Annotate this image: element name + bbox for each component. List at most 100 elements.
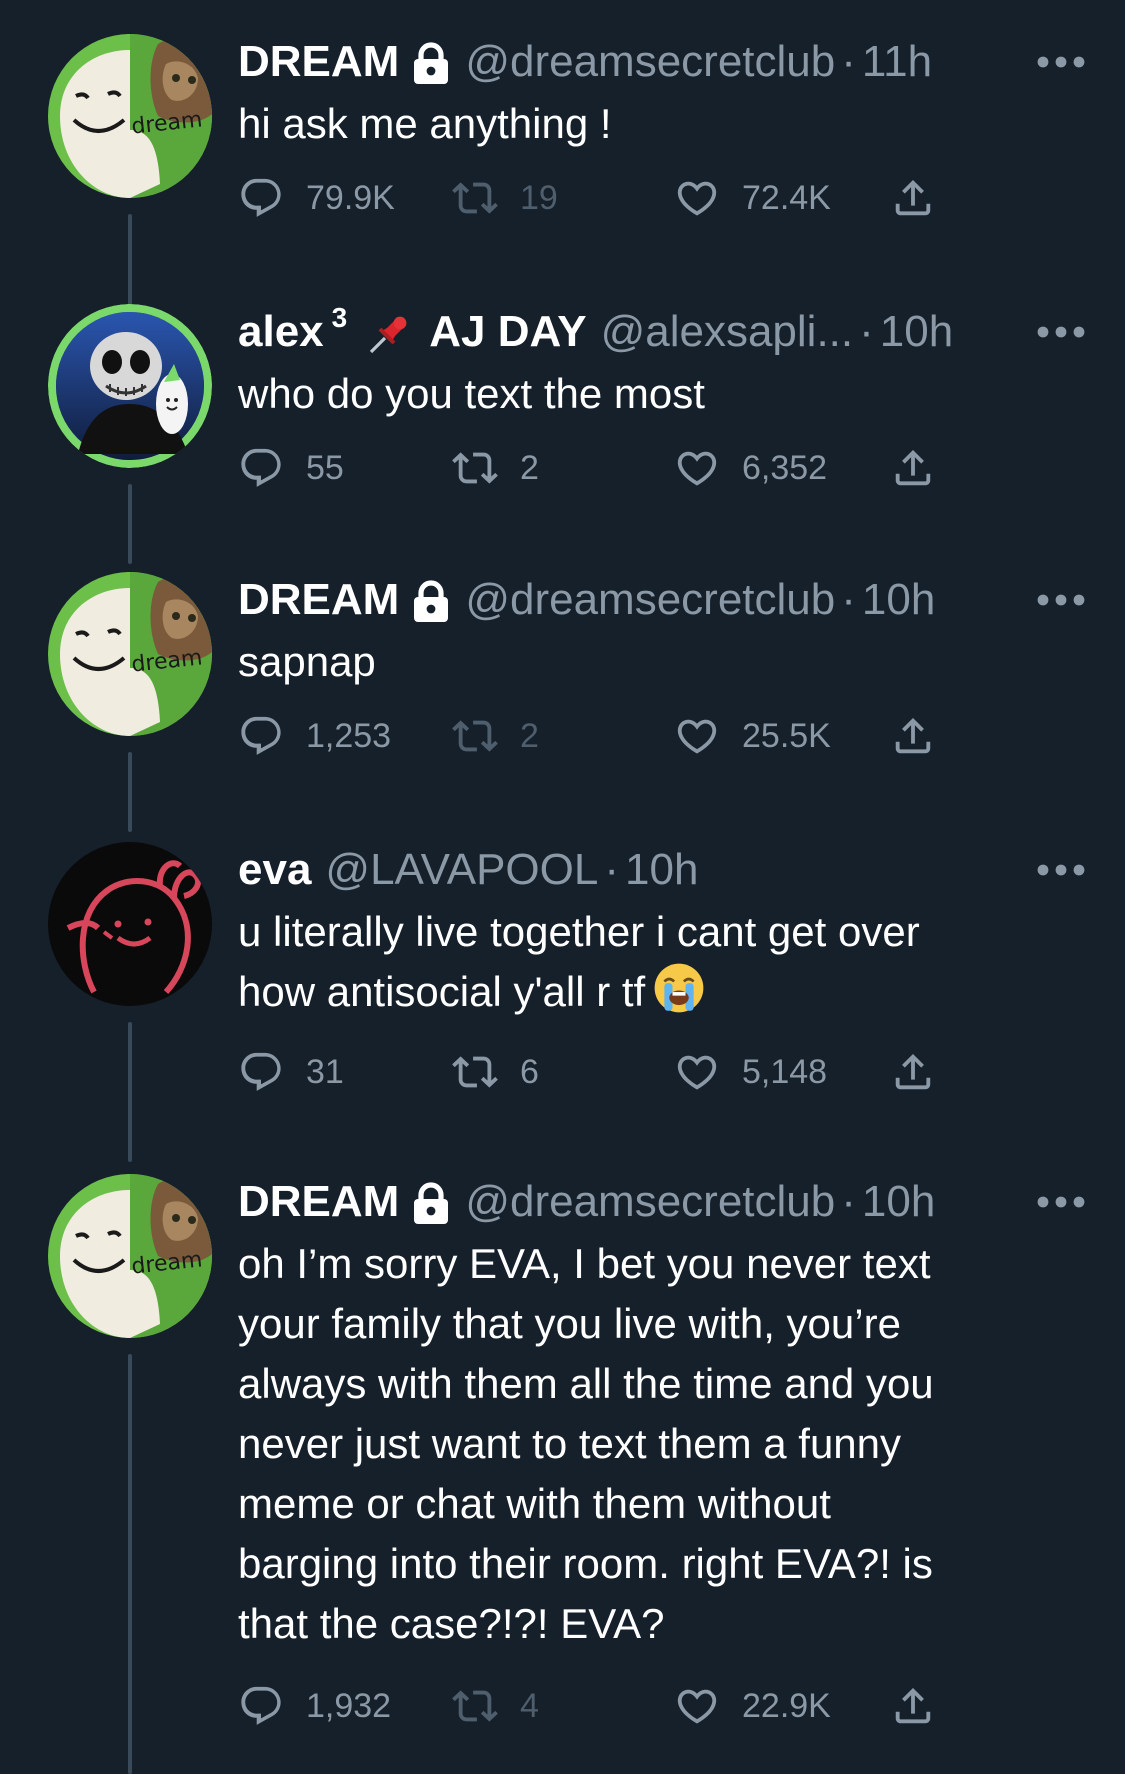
share-icon (890, 175, 936, 221)
tweet-text-line: barging into their room. right EVA?! is (238, 1540, 933, 1587)
handle[interactable]: @alexsapli... (601, 304, 854, 360)
retweet-count: 19 (520, 178, 558, 217)
reply-button[interactable]: 79.9K (238, 168, 395, 228)
separator-dot: · (604, 845, 619, 894)
handle[interactable]: @dreamsecretclub (465, 1174, 835, 1230)
share-icon (890, 1049, 936, 1095)
retweet-button[interactable]: 6 (452, 1042, 539, 1102)
lock-icon (411, 42, 451, 86)
like-count: 6,352 (742, 448, 828, 487)
timestamp[interactable]: 10h (862, 572, 935, 628)
avatar[interactable] (48, 572, 212, 736)
tweet-text-line-wrap: how antisocial y'all r tf (238, 962, 1088, 1022)
tweet-header: DREAM @dreamsecretclub · 10h (238, 572, 1088, 628)
name-superscript: 3 (331, 302, 348, 333)
more-icon[interactable] (1034, 582, 1088, 618)
share-button[interactable] (890, 1676, 958, 1736)
retweet-count: 2 (520, 448, 539, 487)
retweet-icon (452, 713, 498, 759)
reply-icon (238, 1049, 284, 1095)
like-button[interactable]: 22.9K (674, 1676, 831, 1736)
action-bar: 31 6 5,148 (238, 1042, 1088, 1102)
avatar[interactable] (48, 34, 212, 198)
display-name[interactable]: DREAM (238, 1174, 399, 1230)
retweet-count: 6 (520, 1052, 539, 1091)
like-count: 22.9K (742, 1686, 831, 1725)
tweet-header: eva @LAVAPOOL · 10h (238, 842, 1088, 898)
like-button[interactable]: 25.5K (674, 706, 831, 766)
timestamp[interactable]: 10h (862, 1174, 935, 1230)
share-icon (890, 713, 936, 759)
tweet-text-line: meme or chat with them without (238, 1480, 831, 1527)
avatar[interactable] (48, 842, 212, 1006)
separator-dot: · (841, 1177, 856, 1226)
separator-dot: · (859, 307, 874, 356)
share-icon (890, 1683, 936, 1729)
share-icon (890, 445, 936, 491)
tweet-text-line: that the case?!?! EVA? (238, 1600, 665, 1647)
retweet-button[interactable]: 19 (452, 168, 558, 228)
more-icon[interactable] (1034, 314, 1088, 350)
lock-icon (411, 1182, 451, 1226)
tweet-text: who do you text the most (238, 364, 1088, 424)
tweet-text-line: how antisocial y'all r tf (238, 968, 646, 1015)
avatar[interactable] (48, 1174, 212, 1338)
reply-icon (238, 1683, 284, 1729)
separator-dot: · (841, 37, 856, 86)
handle[interactable]: @LAVAPOOL (325, 842, 598, 898)
display-name[interactable]: DREAM (238, 572, 399, 628)
action-bar: 79.9K 19 72.4K (238, 168, 1088, 228)
thread-connector (128, 484, 132, 564)
tweet-text: u literally live together i cant get ove… (238, 902, 1088, 1022)
retweet-button[interactable]: 4 (452, 1676, 539, 1736)
display-name[interactable]: eva (238, 842, 311, 898)
like-button[interactable]: 5,148 (674, 1042, 827, 1102)
reply-button[interactable]: 1,932 (238, 1676, 391, 1736)
tweet-header: alex 3 AJ DAY @alexsapli... · 10h (238, 302, 1088, 360)
action-bar: 1,253 2 25.5K (238, 706, 1088, 766)
reply-count: 79.9K (306, 178, 395, 217)
more-icon[interactable] (1034, 852, 1088, 888)
reply-count: 31 (306, 1052, 344, 1091)
retweet-icon (452, 1683, 498, 1729)
reply-count: 1,932 (306, 1686, 392, 1725)
handle[interactable]: @dreamsecretclub (465, 572, 835, 628)
more-icon[interactable] (1034, 44, 1088, 80)
display-name-suffix[interactable]: AJ DAY (429, 304, 586, 360)
like-icon (674, 713, 720, 759)
like-button[interactable]: 72.4K (674, 168, 831, 228)
more-icon[interactable] (1034, 1184, 1088, 1220)
like-icon (674, 1683, 720, 1729)
thread-connector (128, 1354, 132, 1774)
timestamp[interactable]: 10h (625, 842, 698, 898)
reply-button[interactable]: 1,253 (238, 706, 391, 766)
pushpin-icon (370, 316, 407, 354)
share-button[interactable] (890, 1042, 958, 1102)
tweet-text-line: oh I’m sorry EVA, I bet you never text (238, 1240, 931, 1287)
thread-connector (128, 752, 132, 832)
reply-count: 1,253 (306, 716, 392, 755)
tweet-text-line: always with them all the time and you (238, 1360, 934, 1407)
timestamp[interactable]: 10h (880, 304, 953, 360)
avatar[interactable] (48, 304, 212, 468)
handle[interactable]: @dreamsecretclub (465, 34, 835, 90)
retweet-button[interactable]: 2 (452, 706, 539, 766)
tweet-text-line: u literally live together i cant get ove… (238, 908, 920, 955)
separator-dot: · (841, 575, 856, 624)
display-name[interactable]: alex (238, 304, 324, 360)
like-count: 72.4K (742, 178, 831, 217)
reply-button[interactable]: 55 (238, 438, 344, 498)
like-button[interactable]: 6,352 (674, 438, 827, 498)
reply-button[interactable]: 31 (238, 1042, 344, 1102)
tweet-thread: DREAM @dreamsecretclub · 11h hi ask me a… (0, 0, 1125, 1774)
display-name[interactable]: DREAM (238, 34, 399, 90)
tweet-text-line: never just want to text them a funny (238, 1420, 902, 1467)
share-button[interactable] (890, 168, 958, 228)
retweet-count: 4 (520, 1686, 539, 1725)
retweet-button[interactable]: 2 (452, 438, 539, 498)
share-button[interactable] (890, 438, 958, 498)
retweet-icon (452, 1049, 498, 1095)
share-button[interactable] (890, 706, 958, 766)
timestamp[interactable]: 11h (862, 34, 932, 90)
action-bar: 55 2 6,352 (238, 438, 1088, 498)
